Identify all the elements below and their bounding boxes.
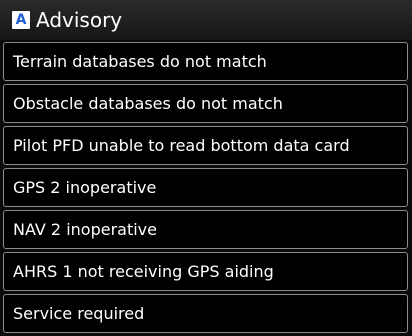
advisory-message-row[interactable]: Pilot PFD unable to read bottom data car… (3, 126, 408, 165)
advisory-message-row[interactable]: Service required (3, 294, 408, 333)
advisory-message-list: Terrain databases do not match Obstacle … (3, 42, 408, 336)
advisory-message-row[interactable]: NAV 2 inoperative (3, 210, 408, 249)
advisory-header: A Advisory (0, 0, 412, 40)
advisory-badge-icon: A (12, 11, 30, 29)
advisory-panel: A Advisory Terrain databases do not matc… (0, 0, 412, 336)
advisory-message-row[interactable]: Obstacle databases do not match (3, 84, 408, 123)
advisory-message-row[interactable]: Terrain databases do not match (3, 42, 408, 81)
advisory-message-row[interactable]: GPS 2 inoperative (3, 168, 408, 207)
advisory-message-row[interactable]: AHRS 1 not receiving GPS aiding (3, 252, 408, 291)
advisory-title: Advisory (36, 8, 123, 32)
